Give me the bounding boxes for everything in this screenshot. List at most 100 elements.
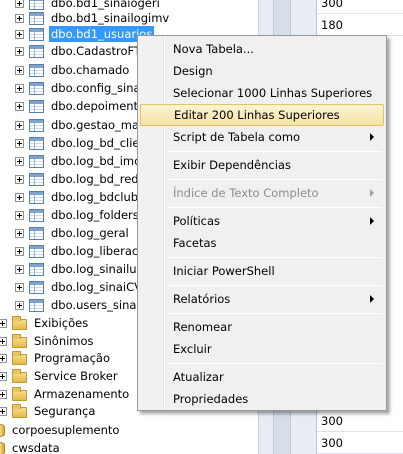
grid-cell[interactable]: 300: [317, 432, 403, 454]
expand-icon[interactable]: [15, 65, 24, 75]
tree-item-table[interactable]: dbo.log_bd_clie: [15, 134, 142, 152]
tree-item-table[interactable]: dbo.log_sinaiCV: [15, 278, 144, 296]
tree-item-table[interactable]: dbo.gestao_map: [15, 116, 148, 134]
database-label[interactable]: cwsdata: [10, 440, 62, 454]
tree-item-table[interactable]: dbo.chamado: [15, 61, 131, 79]
menu-item-select-top-1000[interactable]: Selecionar 1000 Linhas Superiores: [140, 82, 384, 104]
menu-item-reports[interactable]: Relatórios: [140, 288, 384, 310]
expand-icon[interactable]: [15, 300, 24, 310]
expand-icon[interactable]: [15, 29, 24, 39]
menu-item-policies[interactable]: Políticas: [140, 210, 384, 232]
tree-folder-programmability[interactable]: Programação: [0, 349, 112, 367]
database-label[interactable]: corpoesuplemento: [10, 422, 121, 438]
table-label[interactable]: dbo.log_liberaca: [49, 243, 147, 259]
menu-item-start-powershell[interactable]: Iniciar PowerShell: [140, 260, 384, 282]
menu-item-properties[interactable]: Propriedades: [140, 388, 384, 410]
table-label[interactable]: dbo.config_sina: [49, 80, 143, 96]
menu-item-refresh[interactable]: Atualizar: [140, 366, 384, 388]
table-icon: [29, 99, 44, 113]
table-label[interactable]: dbo.log_bd_clie: [49, 135, 142, 151]
folder-icon: [12, 386, 27, 401]
expand-icon[interactable]: [15, 174, 24, 184]
table-icon: [29, 154, 44, 168]
table-label[interactable]: dbo.log_sinailul: [49, 261, 142, 277]
menu-item-design[interactable]: Design: [140, 60, 384, 82]
tree-folder-storage[interactable]: Armazenamento: [0, 385, 131, 403]
menu-item-rename[interactable]: Renomear: [140, 316, 384, 338]
tree-item-table[interactable]: dbo.log_bd_imc: [15, 152, 142, 170]
tree-folder-synonyms[interactable]: Sinônimos: [0, 332, 96, 350]
table-label[interactable]: dbo.log_geral: [49, 225, 131, 241]
tree-item-table[interactable]: dbo.log_bdclub: [15, 188, 140, 206]
folder-label[interactable]: Sinônimos: [32, 333, 96, 349]
expand-icon[interactable]: [0, 406, 7, 416]
tree-item-table[interactable]: dbo.log_folders: [15, 206, 141, 224]
expand-icon[interactable]: [15, 120, 24, 130]
tree-item-table[interactable]: dbo.log_sinailul: [15, 260, 142, 278]
menu-item-new-table[interactable]: Nova Tabela...: [140, 38, 384, 60]
expand-icon[interactable]: [0, 318, 7, 328]
expand-icon[interactable]: [15, 282, 24, 292]
table-label[interactable]: dbo.log_bd_rede: [49, 171, 148, 187]
folder-icon: [12, 315, 27, 330]
expand-icon[interactable]: [15, 138, 24, 148]
expand-icon[interactable]: [0, 371, 7, 381]
database-icon: [0, 423, 5, 437]
folder-label[interactable]: Segurança: [32, 403, 97, 419]
grid-cell[interactable]: 300: [317, 410, 403, 432]
expand-icon[interactable]: [15, 46, 24, 56]
tree-folder-service-broker[interactable]: Service Broker: [0, 367, 120, 385]
table-label[interactable]: dbo.log_folders: [49, 207, 141, 223]
expand-icon[interactable]: [15, 264, 24, 274]
expand-icon[interactable]: [15, 246, 24, 256]
table-label[interactable]: dbo.gestao_map: [49, 117, 148, 133]
table-label[interactable]: dbo.log_bd_imc: [49, 153, 142, 169]
tree-database[interactable]: corpoesuplemento: [0, 421, 121, 439]
table-label[interactable]: dbo.log_bdclub: [49, 189, 140, 205]
folder-label[interactable]: Programação: [32, 350, 112, 366]
menu-item-view-dependencies[interactable]: Exibir Dependências: [140, 154, 384, 176]
menu-item-label: Iniciar PowerShell: [173, 264, 275, 278]
menu-item-delete[interactable]: Excluir: [140, 338, 384, 360]
menu-item-script-table-as[interactable]: Script de Tabela como: [140, 126, 384, 148]
expand-icon[interactable]: [0, 389, 7, 399]
tree-folder-views[interactable]: Exibições: [0, 314, 90, 332]
tree-item-table-selected[interactable]: dbo.bd1_usuarios: [15, 25, 156, 43]
table-label[interactable]: dbo.log_sinaiCV: [49, 279, 144, 295]
tree-item-table[interactable]: dbo.config_sina: [15, 79, 143, 97]
expand-icon[interactable]: [15, 156, 24, 166]
grid-cell[interactable]: 300: [317, 0, 403, 14]
expand-icon[interactable]: [0, 353, 7, 363]
table-label[interactable]: dbo.bd1_sinailogimv: [49, 10, 171, 26]
table-label[interactable]: dbo.chamado: [49, 62, 131, 78]
table-label[interactable]: dbo.depoimento: [49, 98, 147, 114]
expand-icon[interactable]: [15, 228, 24, 238]
folder-label[interactable]: Armazenamento: [32, 386, 131, 402]
grid-cell[interactable]: 180: [317, 14, 403, 36]
tree-database[interactable]: cwsdata: [0, 439, 62, 454]
expand-icon[interactable]: [0, 336, 7, 346]
table-label[interactable]: dbo.CadastroFT: [49, 43, 143, 59]
menu-separator: [168, 257, 382, 258]
folder-label[interactable]: Exibições: [32, 315, 90, 331]
tree-item-table[interactable]: dbo.depoimento: [15, 97, 147, 115]
table-icon: [29, 190, 44, 204]
expand-icon[interactable]: [15, 210, 24, 220]
tree-item-table[interactable]: dbo.CadastroFT: [15, 42, 143, 60]
tree-item-table[interactable]: dbo.users_sinai: [15, 296, 142, 314]
expand-icon[interactable]: [15, 0, 24, 8]
expand-icon[interactable]: [15, 192, 24, 202]
expand-icon[interactable]: [15, 13, 24, 23]
tree-item-table[interactable]: dbo.log_geral: [15, 224, 131, 242]
tree-item-table[interactable]: dbo.log_bd_rede: [15, 170, 148, 188]
menu-separator: [168, 179, 382, 180]
menu-item-facets[interactable]: Facetas: [140, 232, 384, 254]
expand-icon[interactable]: [15, 83, 24, 93]
menu-item-edit-top-200[interactable]: Editar 200 Linhas Superiores: [140, 104, 384, 126]
tree-item-table[interactable]: dbo.log_liberaca: [15, 242, 147, 260]
expand-icon[interactable]: [15, 101, 24, 111]
folder-label[interactable]: Service Broker: [32, 368, 120, 384]
table-label[interactable]: dbo.users_sinai: [49, 297, 142, 313]
folder-icon: [12, 333, 27, 348]
tree-folder-security[interactable]: Segurança: [0, 402, 97, 420]
